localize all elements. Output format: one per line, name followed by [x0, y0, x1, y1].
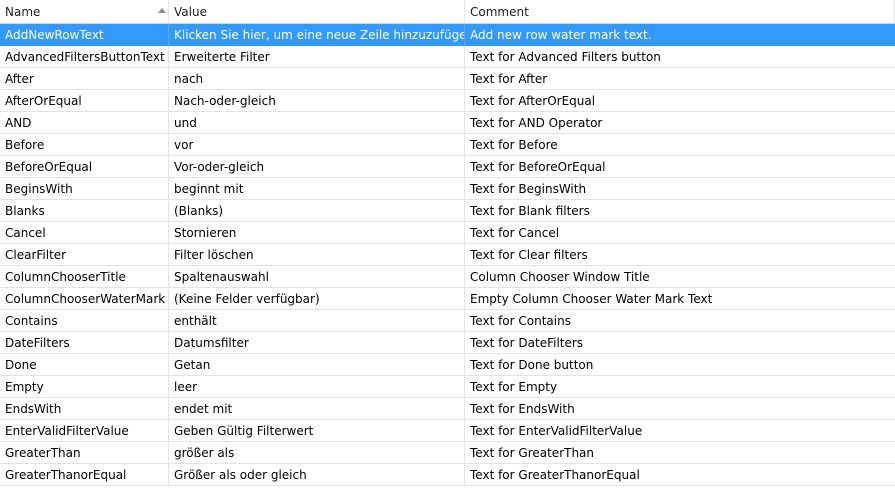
- cell-comment[interactable]: Text for Clear filters: [465, 244, 895, 265]
- cell-comment[interactable]: Text for Blank filters: [465, 200, 895, 221]
- cell-value[interactable]: endet mit: [169, 398, 465, 419]
- table-row[interactable]: ColumnChooserWaterMark (Keine Felder verf…: [0, 288, 895, 310]
- cell-name[interactable]: AddNewRowText: [0, 24, 169, 45]
- table-row[interactable]: BeforeOrEqual Vor-oder-gleich Text for Bef…: [0, 156, 895, 178]
- table-row[interactable]: GreaterThanorEqual Größer als oder gleich…: [0, 464, 895, 486]
- cell-value[interactable]: Filter löschen: [169, 244, 465, 265]
- column-header-name-label: Name: [5, 4, 41, 19]
- cell-value[interactable]: Getan: [169, 354, 465, 375]
- cell-value[interactable]: (Keine Felder verfügbar): [169, 288, 465, 309]
- cell-name[interactable]: AfterOrEqual: [0, 90, 169, 111]
- cell-value[interactable]: und: [169, 112, 465, 133]
- cell-name[interactable]: AdvancedFiltersButtonText: [0, 46, 169, 67]
- cell-value[interactable]: vor: [169, 134, 465, 155]
- cell-comment[interactable]: Empty Column Chooser Water Mark Text: [465, 288, 895, 309]
- cell-value[interactable]: beginnt mit: [169, 178, 465, 199]
- table-row[interactable]: AddNewRowText Klicken Sie hier, um eine n…: [0, 24, 895, 46]
- cell-name[interactable]: After: [0, 68, 169, 89]
- cell-name[interactable]: ColumnChooserWaterMark: [0, 288, 169, 309]
- cell-comment[interactable]: Text for AND Operator: [465, 112, 895, 133]
- cell-value[interactable]: (Blanks): [169, 200, 465, 221]
- cell-value[interactable]: Klicken Sie hier, um eine neue Zeile hin…: [169, 24, 465, 45]
- cell-value[interactable]: Nach-oder-gleich: [169, 90, 465, 111]
- cell-value[interactable]: Datumsfilter: [169, 332, 465, 353]
- cell-value[interactable]: Stornieren: [169, 222, 465, 243]
- cell-comment[interactable]: Text for Done button: [465, 354, 895, 375]
- resource-grid: Name Value Comment AddNewRowText Klicken …: [0, 0, 895, 488]
- cell-name[interactable]: ClearFilter: [0, 244, 169, 265]
- cell-comment[interactable]: Text for BeginsWith: [465, 178, 895, 199]
- table-row[interactable]: Contains enthält Text for Contains: [0, 310, 895, 332]
- cell-name[interactable]: AND: [0, 112, 169, 133]
- table-row[interactable]: Empty leer Text for Empty: [0, 376, 895, 398]
- sort-ascending-icon[interactable]: [158, 8, 166, 13]
- cell-value[interactable]: Erweiterte Filter: [169, 46, 465, 67]
- cell-name[interactable]: Contains: [0, 310, 169, 331]
- cell-value[interactable]: größer als: [169, 442, 465, 463]
- cell-comment[interactable]: Text for AfterOrEqual: [465, 90, 895, 111]
- cell-name[interactable]: BeforeOrEqual: [0, 156, 169, 177]
- column-header-comment[interactable]: Comment: [465, 0, 895, 23]
- table-row[interactable]: Done Getan Text for Done button: [0, 354, 895, 376]
- table-row[interactable]: ColumnChooserTitle Spaltenauswahl Column C…: [0, 266, 895, 288]
- cell-value[interactable]: Geben Gültig Filterwert: [169, 420, 465, 441]
- column-header-comment-label: Comment: [470, 4, 529, 19]
- column-header-value[interactable]: Value: [169, 0, 465, 23]
- cell-comment[interactable]: Text for EndsWith: [465, 398, 895, 419]
- cell-name[interactable]: Done: [0, 354, 169, 375]
- cell-comment[interactable]: Text for Cancel: [465, 222, 895, 243]
- table-row[interactable]: BeginsWith beginnt mit Text for BeginsWith: [0, 178, 895, 200]
- column-header-value-label: Value: [174, 4, 207, 19]
- cell-comment[interactable]: Text for EnterValidFilterValue: [465, 420, 895, 441]
- cell-value[interactable]: Größer als oder gleich: [169, 464, 465, 485]
- grid-header: Name Value Comment: [0, 0, 895, 24]
- table-row[interactable]: AfterOrEqual Nach-oder-gleich Text for Aft…: [0, 90, 895, 112]
- table-row[interactable]: Blanks (Blanks) Text for Blank filters: [0, 200, 895, 222]
- cell-comment[interactable]: Text for BeforeOrEqual: [465, 156, 895, 177]
- cell-value[interactable]: Spaltenauswahl: [169, 266, 465, 287]
- cell-name[interactable]: GreaterThanorEqual: [0, 464, 169, 485]
- cell-name[interactable]: DateFilters: [0, 332, 169, 353]
- column-header-name[interactable]: Name: [0, 0, 169, 23]
- cell-name[interactable]: GreaterThan: [0, 442, 169, 463]
- table-row[interactable]: ClearFilter Filter löschen Text for Clear …: [0, 244, 895, 266]
- table-row[interactable]: Before vor Text for Before: [0, 134, 895, 156]
- cell-value[interactable]: Vor-oder-gleich: [169, 156, 465, 177]
- cell-comment[interactable]: Text for GreaterThan: [465, 442, 895, 463]
- cell-name[interactable]: EndsWith: [0, 398, 169, 419]
- table-row[interactable]: EnterValidFilterValue Geben Gültig Filter…: [0, 420, 895, 442]
- cell-comment[interactable]: Text for Before: [465, 134, 895, 155]
- table-row[interactable]: AND und Text for AND Operator: [0, 112, 895, 134]
- cell-comment[interactable]: Text for Contains: [465, 310, 895, 331]
- table-row[interactable]: Cancel Stornieren Text for Cancel: [0, 222, 895, 244]
- table-row[interactable]: GreaterThan größer als Text for GreaterTha…: [0, 442, 895, 464]
- table-row[interactable]: AdvancedFiltersButtonText Erweiterte Filt…: [0, 46, 895, 68]
- cell-comment[interactable]: Text for DateFilters: [465, 332, 895, 353]
- cell-comment[interactable]: Text for Advanced Filters button: [465, 46, 895, 67]
- cell-name[interactable]: Before: [0, 134, 169, 155]
- cell-value[interactable]: enthält: [169, 310, 465, 331]
- cell-comment[interactable]: Text for After: [465, 68, 895, 89]
- cell-comment[interactable]: Text for Empty: [465, 376, 895, 397]
- table-row[interactable]: EndsWith endet mit Text for EndsWith: [0, 398, 895, 420]
- cell-value[interactable]: leer: [169, 376, 465, 397]
- cell-name[interactable]: Blanks: [0, 200, 169, 221]
- cell-comment[interactable]: Add new row water mark text.: [465, 24, 895, 45]
- table-row[interactable]: After nach Text for After: [0, 68, 895, 90]
- cell-name[interactable]: BeginsWith: [0, 178, 169, 199]
- cell-name[interactable]: Empty: [0, 376, 169, 397]
- cell-name[interactable]: ColumnChooserTitle: [0, 266, 169, 287]
- cell-comment[interactable]: Column Chooser Window Title: [465, 266, 895, 287]
- cell-value[interactable]: nach: [169, 68, 465, 89]
- table-row[interactable]: DateFilters Datumsfilter Text for DateFilt…: [0, 332, 895, 354]
- cell-name[interactable]: EnterValidFilterValue: [0, 420, 169, 441]
- cell-comment[interactable]: Text for GreaterThanorEqual: [465, 464, 895, 485]
- cell-name[interactable]: Cancel: [0, 222, 169, 243]
